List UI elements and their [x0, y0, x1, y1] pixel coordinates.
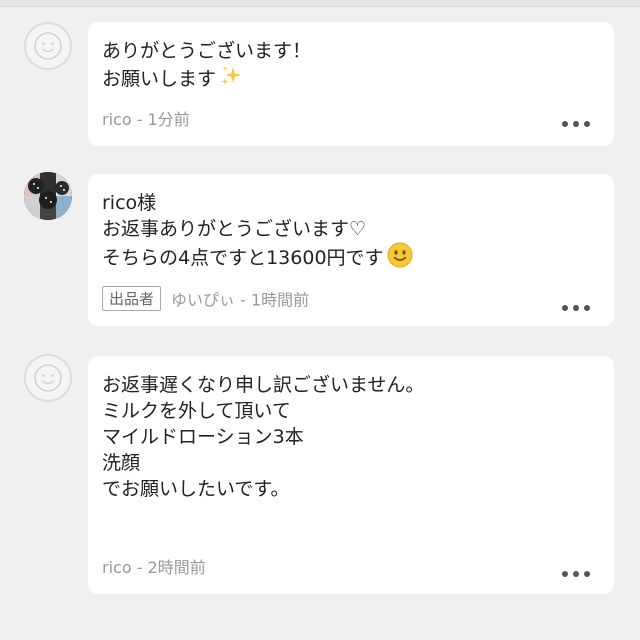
comment-text-line: 洗顔 — [102, 452, 141, 474]
comment-text-line: お願いします — [102, 64, 600, 95]
comment-text-line: ありがとうございます！ — [102, 40, 312, 62]
more-options-icon[interactable] — [562, 304, 590, 312]
default-avatar-icon[interactable] — [24, 22, 72, 70]
comment-text-line: rico様 — [102, 192, 157, 214]
comment-text-line: そちらの4点ですと13600円です — [102, 242, 600, 275]
more-options-icon[interactable] — [562, 570, 590, 578]
comment-text-line: お返事ありがとうございます♡ — [102, 218, 367, 240]
more-options-icon[interactable] — [562, 120, 590, 128]
comment-meta: 出品者 ゆいぴぃ - 1時間前 — [102, 286, 309, 311]
comment-bubble: お返事遅くなり申し訳ございません。 ミルクを外して頂いて マイルドローション3本… — [88, 356, 614, 594]
profile-photo-avatar[interactable] — [24, 172, 72, 220]
comment-text-line: マイルドローション3本 — [102, 426, 304, 448]
comment-meta: rico - 2時間前 — [102, 558, 206, 577]
comment-meta: rico - 1分前 — [102, 110, 190, 129]
comment-bubble: ありがとうございます！ お願いします rico - 1分前 — [88, 22, 614, 146]
comment-bubble: rico様 お返事ありがとうございます♡ そちらの4点ですと13600円です 出… — [88, 174, 614, 326]
comment-text-line: でお願いしたいです。 — [102, 478, 290, 500]
comment-text-line: お返事遅くなり申し訳ございません。 — [102, 374, 425, 396]
sparkles-icon — [219, 64, 243, 95]
comment-thread: ありがとうございます！ お願いします rico - 1分前 rico様 お返事あ… — [0, 0, 640, 640]
top-divider — [0, 0, 640, 7]
seller-badge: 出品者 — [102, 286, 162, 311]
default-avatar-icon[interactable] — [24, 354, 72, 402]
smiley-face-icon — [387, 242, 413, 275]
comment-text-line: ミルクを外して頂いて — [102, 400, 291, 422]
